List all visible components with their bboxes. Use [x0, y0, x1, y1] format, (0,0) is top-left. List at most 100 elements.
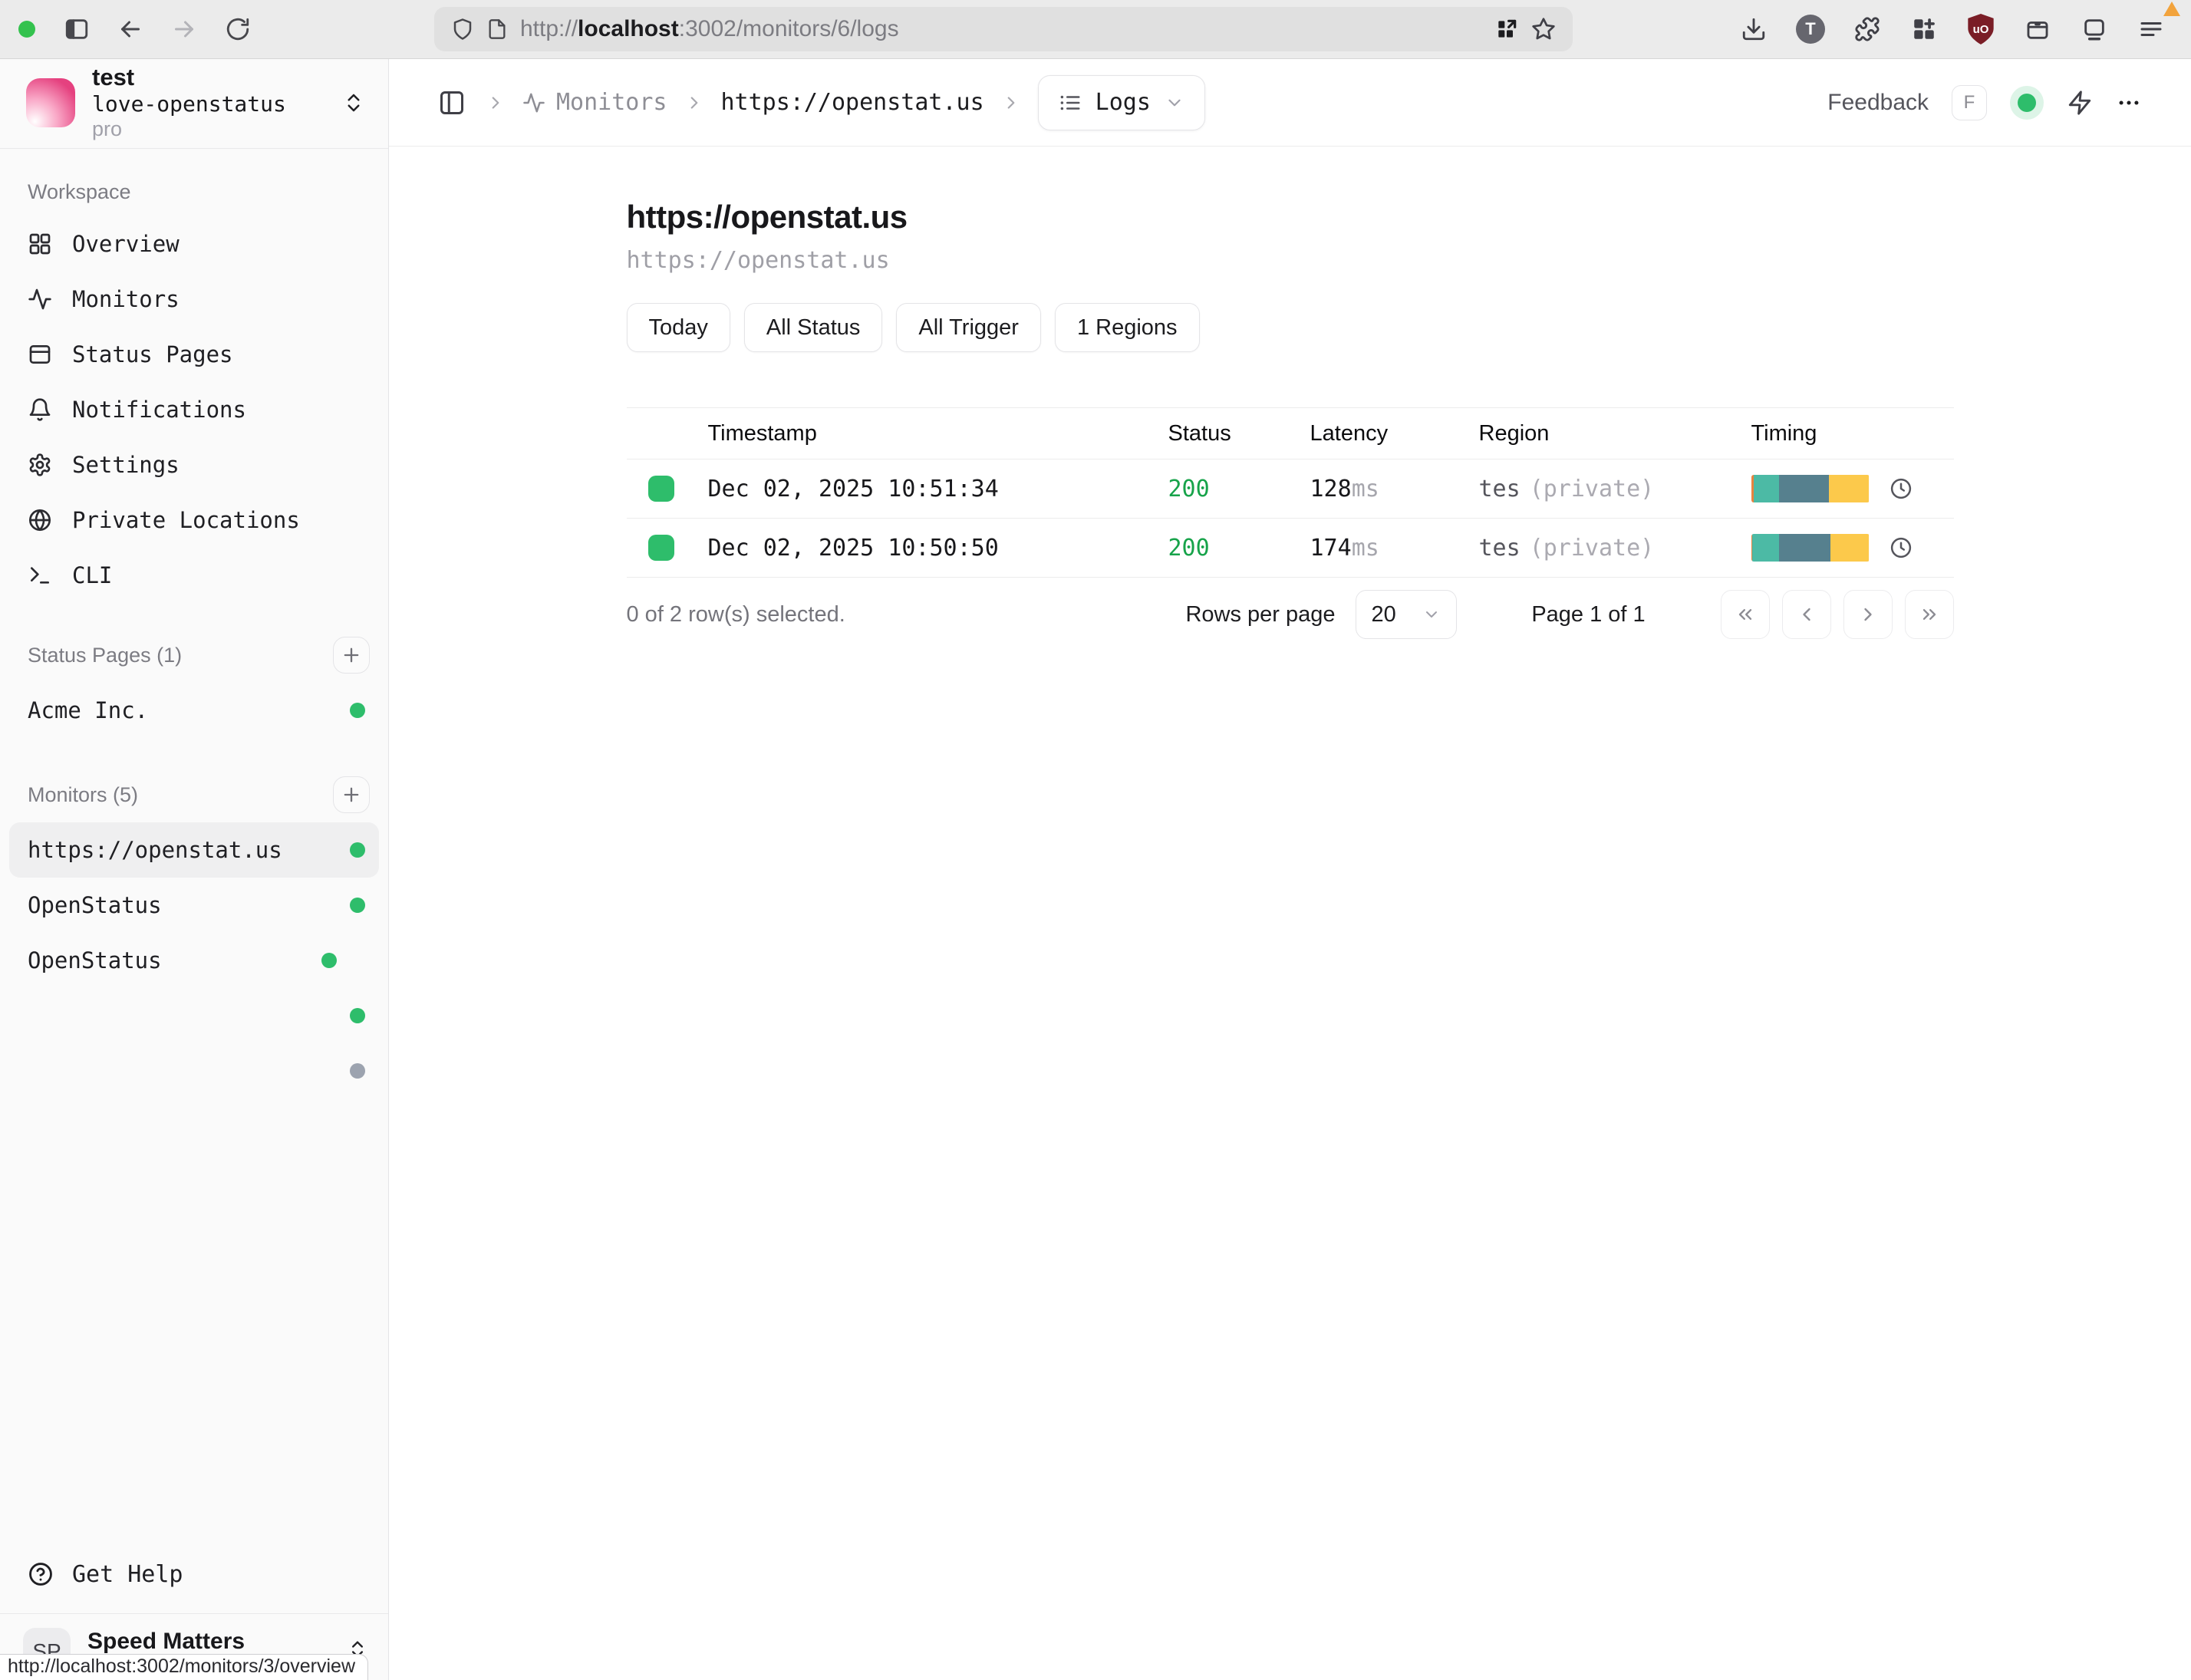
filter-status-button[interactable]: All Status [744, 303, 883, 352]
workspace-name: test [92, 64, 325, 91]
archive-box-icon[interactable] [2016, 8, 2059, 51]
table-row[interactable]: Dec 02, 2025 10:51:34 200 128ms tes(priv… [627, 460, 1954, 519]
sidebar-item-label: CLI [72, 562, 112, 588]
column-header-timestamp[interactable]: Timestamp [696, 421, 1156, 446]
next-page-button[interactable] [1843, 590, 1893, 639]
browser-sidebar-toggle-button[interactable] [55, 8, 98, 51]
container-tabs-icon[interactable] [1494, 17, 1519, 41]
filter-date-button[interactable]: Today [627, 303, 730, 352]
sidebar-item-overview[interactable]: Overview [0, 216, 388, 272]
chevron-down-icon [1422, 605, 1441, 624]
breadcrumb-monitor-name[interactable]: https://openstat.us [721, 89, 984, 116]
status-page-label: Acme Inc. [28, 697, 148, 723]
rows-per-page-select[interactable]: 20 [1356, 590, 1457, 639]
back-button[interactable] [109, 8, 152, 51]
downloads-button[interactable] [1732, 8, 1775, 51]
monitor-item[interactable] [9, 988, 379, 1043]
cell-timing [1739, 475, 1954, 502]
sidebar-item-label: Notifications [72, 397, 246, 423]
sidebar-item-notifications[interactable]: Notifications [0, 382, 388, 437]
sidebar-item-label: Monitors [72, 286, 180, 312]
more-options-button[interactable] [2116, 90, 2142, 116]
zap-icon[interactable] [2067, 90, 2093, 116]
bell-icon [28, 397, 52, 422]
workspace-avatar [26, 78, 75, 127]
status-dot [350, 1063, 365, 1079]
extensions-grid-button[interactable] [1903, 8, 1946, 51]
cell-latency: 174ms [1298, 535, 1467, 562]
browser-menu-button[interactable] [2130, 8, 2173, 51]
column-header-region[interactable]: Region [1467, 421, 1739, 446]
feedback-shortcut-key: F [1952, 85, 1987, 120]
filter-bar: Today All Status All Trigger 1 Regions [627, 303, 1954, 352]
sidebar-item-settings[interactable]: Settings [0, 437, 388, 492]
view-selector-logs-button[interactable]: Logs [1038, 75, 1205, 130]
chevron-down-icon [1165, 93, 1184, 113]
screen-share-icon[interactable] [2073, 8, 2116, 51]
column-header-timing[interactable]: Timing [1739, 421, 1954, 446]
url-text[interactable]: http://localhost:3002/monitors/6/logs [520, 16, 1482, 42]
page-title: https://openstat.us [627, 199, 1954, 236]
forward-button[interactable] [163, 8, 206, 51]
filter-regions-button[interactable]: 1 Regions [1055, 303, 1200, 352]
sidebar-item-label: Status Pages [72, 341, 233, 367]
status-dot [350, 898, 365, 913]
monitor-item[interactable]: https://openstat.us [9, 822, 379, 878]
table-footer: 0 of 2 row(s) selected. Rows per page 20… [627, 590, 1954, 639]
workspace-switcher[interactable]: test love-openstatus pro [0, 76, 388, 130]
sidebar-item-status-pages[interactable]: Status Pages [0, 327, 388, 382]
sidebar-item-cli[interactable]: CLI [0, 548, 388, 603]
terminal-icon [28, 563, 52, 588]
content: https://openstat.us https://openstat.us … [627, 199, 1954, 639]
get-help-button[interactable]: Get Help [0, 1546, 388, 1603]
feedback-button[interactable]: Feedback [1827, 90, 1929, 116]
ublock-icon[interactable]: uO [1959, 8, 2002, 51]
address-bar[interactable]: http://localhost:3002/monitors/6/logs [434, 7, 1573, 51]
profile-button[interactable]: T [1789, 8, 1832, 51]
bookmark-star-icon[interactable] [1531, 17, 1556, 41]
column-header-latency[interactable]: Latency [1298, 421, 1467, 446]
first-page-button[interactable] [1721, 590, 1770, 639]
cell-timing [1739, 534, 1954, 562]
panel-left-toggle-icon[interactable] [435, 86, 469, 120]
page-info: Page 1 of 1 [1504, 602, 1673, 628]
page-icon[interactable] [486, 18, 508, 40]
sidebar: test love-openstatus pro Workspace Overv… [0, 59, 389, 1680]
filter-trigger-button[interactable]: All Trigger [896, 303, 1041, 352]
extensions-puzzle-button[interactable] [1846, 8, 1889, 51]
window-traffic-light[interactable] [18, 21, 35, 38]
user-name: Speed Matters [87, 1628, 325, 1655]
column-header-status[interactable]: Status [1156, 421, 1298, 446]
system-status-indicator[interactable] [2010, 86, 2044, 120]
table-header-row: Timestamp Status Latency Region Timing [627, 408, 1954, 460]
reload-button[interactable] [216, 8, 259, 51]
cell-timestamp: Dec 02, 2025 10:51:34 [696, 476, 1156, 502]
breadcrumb-monitors[interactable]: Monitors [522, 89, 667, 116]
cell-region: tes(private) [1467, 476, 1739, 502]
sidebar-item-private-locations[interactable]: Private Locations [0, 492, 388, 548]
timing-segment [1754, 475, 1780, 502]
monitor-item[interactable]: OpenStatus [9, 878, 379, 933]
status-dot [350, 842, 365, 858]
add-monitor-button[interactable] [333, 776, 370, 813]
main-panel: Monitors https://openstat.us Logs [389, 59, 2191, 1680]
shield-icon[interactable] [451, 18, 474, 41]
chevron-right-icon [684, 93, 704, 113]
table-row[interactable]: Dec 02, 2025 10:50:50 200 174ms tes(priv… [627, 519, 1954, 578]
add-status-page-button[interactable] [333, 637, 370, 674]
last-page-button[interactable] [1905, 590, 1954, 639]
previous-page-button[interactable] [1782, 590, 1831, 639]
status-page-item-acme[interactable]: Acme Inc. [9, 683, 379, 738]
monitor-label: https://openstat.us [28, 837, 282, 863]
cell-latency: 128ms [1298, 476, 1467, 502]
monitor-item[interactable]: OpenStatus [9, 933, 379, 988]
grid-icon [28, 232, 52, 256]
screen: http://localhost:3002/monitors/6/logs T [0, 0, 2191, 1680]
rows-per-page-value: 20 [1372, 602, 1396, 628]
list-icon [1059, 91, 1082, 114]
rows-per-page-label: Rows per page [1185, 602, 1335, 628]
sidebar-nav: Overview Monitors Status Pages Notificat… [0, 216, 388, 603]
monitor-label: OpenStatus [28, 892, 162, 918]
sidebar-item-monitors[interactable]: Monitors [0, 272, 388, 327]
monitor-item[interactable] [9, 1043, 379, 1099]
